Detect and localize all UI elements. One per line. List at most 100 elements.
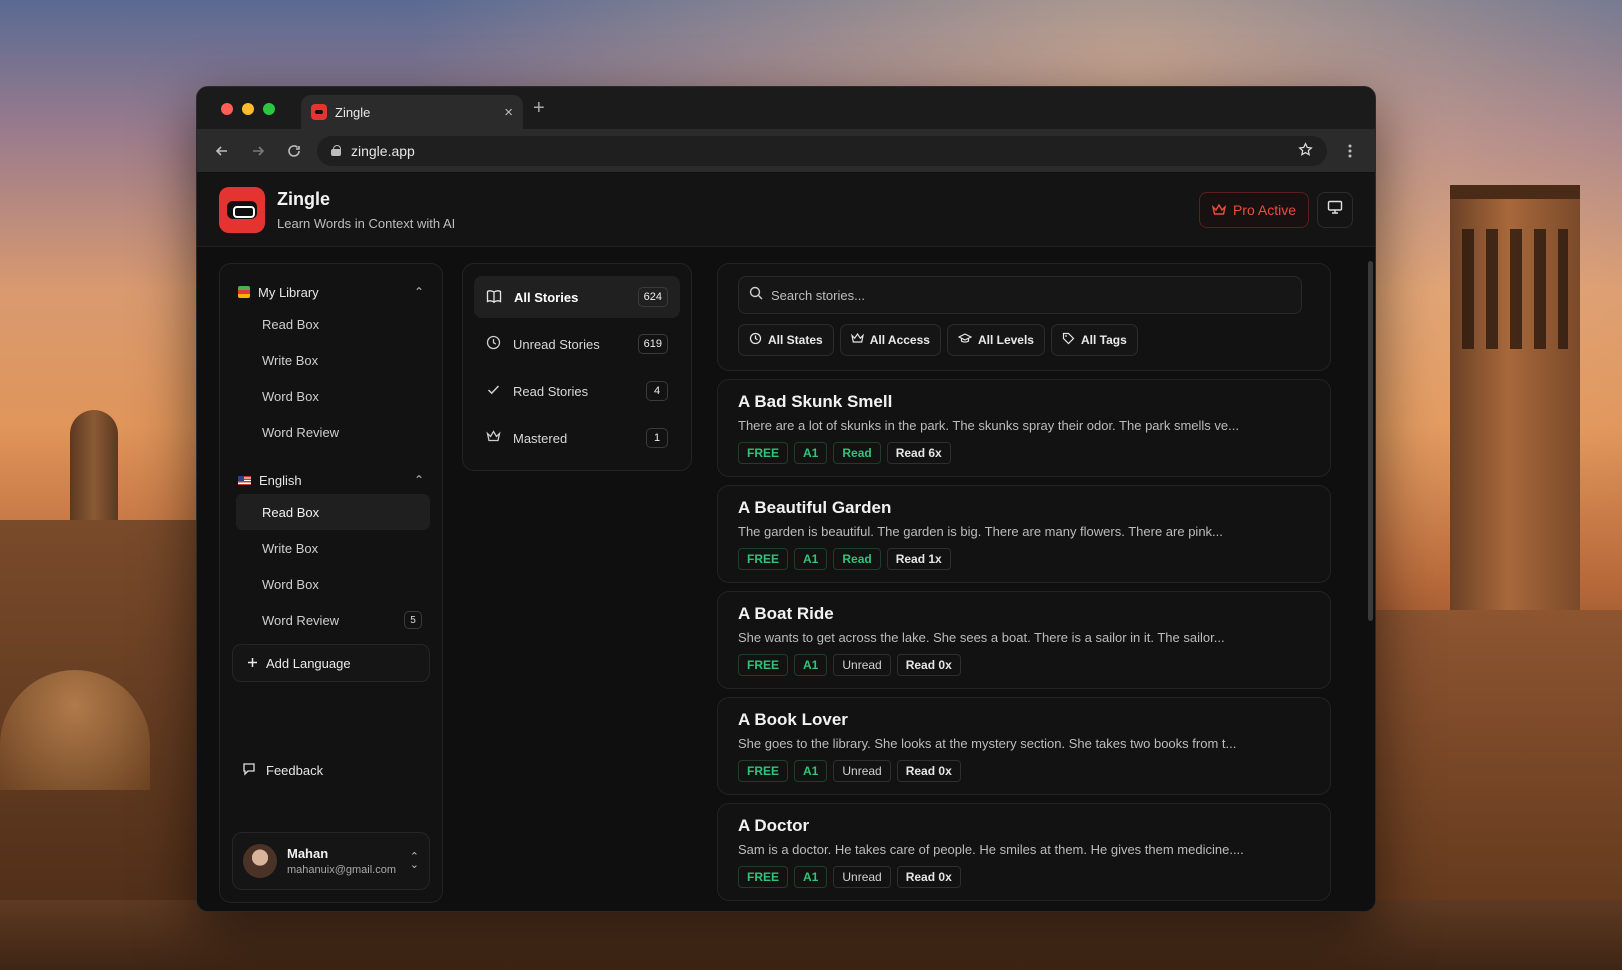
- sidebar-item-word-review[interactable]: Word Review: [236, 414, 430, 450]
- story-card[interactable]: A Book Lover She goes to the library. She…: [717, 697, 1331, 795]
- clock-icon: [749, 332, 762, 348]
- add-language-button[interactable]: Add Language: [232, 644, 430, 682]
- word-review-count-badge: 5: [404, 611, 422, 629]
- zingle-logo-icon[interactable]: [219, 186, 265, 233]
- sidebar-item-english-word-box[interactable]: Word Box: [236, 566, 430, 602]
- chevron-up-icon[interactable]: ⌃: [414, 285, 430, 299]
- access-badge: FREE: [738, 548, 789, 570]
- story-card[interactable]: A Bad Skunk Smell There are a lot of skun…: [717, 379, 1331, 477]
- search-box[interactable]: [738, 276, 1302, 314]
- tab-bar: Zingle × +: [197, 87, 1375, 129]
- story-card[interactable]: A Beautiful Garden The garden is beautifu…: [717, 485, 1331, 583]
- story-tags: FREE A1 Unread Read 0x: [738, 654, 1310, 676]
- filter-chip-row: All States All Access All Levels All Tag…: [738, 324, 1310, 356]
- read-count-badge: Read 0x: [896, 866, 961, 888]
- story-excerpt: There are a lot of skunks in the park. T…: [738, 418, 1239, 433]
- avatar: [243, 844, 277, 878]
- tab-close-icon[interactable]: ×: [504, 105, 513, 120]
- my-library-title: My Library: [258, 284, 319, 300]
- filter-count: 1: [646, 428, 668, 448]
- url-text: zingle.app: [351, 142, 415, 159]
- books-icon: [238, 286, 250, 298]
- filter-all-stories[interactable]: All Stories 624: [474, 276, 680, 318]
- check-icon: [486, 382, 501, 400]
- story-card[interactable]: A Doctor Sam is a doctor. He takes care o…: [717, 803, 1331, 901]
- story-excerpt: She wants to get across the lake. She se…: [738, 630, 1225, 645]
- browser-menu-icon[interactable]: [1337, 138, 1363, 164]
- us-flag-icon: [238, 475, 251, 485]
- star-icon[interactable]: [1298, 141, 1313, 160]
- forward-arrow-icon[interactable]: [245, 138, 271, 164]
- chevron-up-icon[interactable]: ⌃: [414, 473, 430, 487]
- graduation-cap-icon: [957, 333, 973, 347]
- story-tags: FREE A1 Read Read 1x: [738, 548, 1310, 570]
- message-square-icon: [242, 762, 256, 779]
- new-tab-button[interactable]: +: [533, 97, 545, 120]
- access-badge: FREE: [738, 654, 789, 676]
- sidebar-item-english-read-box[interactable]: Read Box: [236, 494, 430, 530]
- level-badge: A1: [794, 866, 828, 888]
- minimize-window-button[interactable]: [242, 103, 254, 115]
- story-tags: FREE A1 Unread Read 0x: [738, 760, 1310, 782]
- story-tags: FREE A1 Read Read 6x: [738, 442, 1310, 464]
- read-state-badge: Unread: [833, 760, 891, 782]
- window-controls: [221, 103, 275, 115]
- story-excerpt: Sam is a doctor. He takes care of people…: [738, 842, 1244, 857]
- maximize-window-button[interactable]: [263, 103, 275, 115]
- close-window-button[interactable]: [221, 103, 233, 115]
- story-card[interactable]: A Boat Ride She wants to get across the l…: [717, 591, 1331, 689]
- my-library-group[interactable]: My Library ⌃: [232, 278, 430, 306]
- sidebar: My Library ⌃ Read Box Write Box Word Box…: [219, 263, 443, 903]
- story-title[interactable]: A Doctor: [738, 816, 1310, 836]
- read-count-badge: Read 0x: [896, 760, 961, 782]
- url-field[interactable]: zingle.app: [317, 135, 1327, 166]
- browser-window: Zingle × + zingle.app Zingle Learn Words…: [196, 86, 1376, 912]
- story-excerpt: The garden is beautiful. The garden is b…: [738, 524, 1223, 539]
- access-badge: FREE: [738, 866, 789, 888]
- back-arrow-icon[interactable]: [209, 138, 235, 164]
- filter-mastered[interactable]: Mastered 1: [474, 417, 680, 459]
- all-tags-dropdown[interactable]: All Tags: [1050, 324, 1138, 356]
- story-title[interactable]: A Book Lover: [738, 710, 1310, 730]
- sidebar-item-read-box[interactable]: Read Box: [236, 306, 430, 342]
- level-badge: A1: [794, 548, 828, 570]
- sidebar-item-word-box[interactable]: Word Box: [236, 378, 430, 414]
- browser-tab[interactable]: Zingle ×: [301, 95, 523, 129]
- reload-icon[interactable]: [281, 138, 307, 164]
- read-count-badge: Read 1x: [886, 548, 951, 570]
- clock-icon: [486, 335, 501, 353]
- crown-icon: [850, 332, 864, 347]
- all-levels-dropdown[interactable]: All Levels: [946, 324, 1045, 356]
- app-viewport: Zingle Learn Words in Context with AI Pr…: [197, 173, 1375, 911]
- tab-title: Zingle: [335, 104, 371, 120]
- brand-tagline: Learn Words in Context with AI: [277, 215, 456, 231]
- filter-count: 624: [637, 287, 668, 307]
- read-state-badge: Unread: [833, 866, 891, 888]
- all-states-dropdown[interactable]: All States: [738, 324, 834, 356]
- sidebar-item-write-box[interactable]: Write Box: [236, 342, 430, 378]
- story-list-area: All States All Access All Levels: [717, 263, 1331, 911]
- page-scrollbar[interactable]: [1368, 261, 1373, 911]
- user-account-menu[interactable]: Mahan mahanuix@gmail.com ⌃ ⌄: [232, 832, 430, 890]
- pro-active-button[interactable]: Pro Active: [1198, 191, 1309, 228]
- access-badge: FREE: [738, 442, 789, 464]
- sidebar-item-english-word-review[interactable]: Word Review 5: [236, 602, 430, 638]
- story-title[interactable]: A Boat Ride: [738, 604, 1310, 624]
- all-access-dropdown[interactable]: All Access: [839, 324, 941, 356]
- read-state-badge: Read: [833, 548, 881, 570]
- filter-read-stories[interactable]: Read Stories 4: [474, 370, 680, 412]
- scrollbar-thumb[interactable]: [1368, 261, 1373, 621]
- read-state-badge: Read: [833, 442, 881, 464]
- app-header: Zingle Learn Words in Context with AI Pr…: [197, 173, 1375, 247]
- display-mode-button[interactable]: [1317, 191, 1353, 228]
- search-input[interactable]: [771, 287, 1291, 303]
- english-group[interactable]: English ⌃: [232, 466, 430, 494]
- read-count-badge: Read 6x: [886, 442, 951, 464]
- story-title[interactable]: A Beautiful Garden: [738, 498, 1310, 518]
- sidebar-item-english-write-box[interactable]: Write Box: [236, 530, 430, 566]
- feedback-link[interactable]: Feedback: [242, 762, 323, 779]
- monitor-icon: [1327, 200, 1343, 219]
- story-title[interactable]: A Bad Skunk Smell: [738, 392, 1310, 412]
- story-excerpt: She goes to the library. She looks at th…: [738, 736, 1237, 751]
- filter-unread-stories[interactable]: Unread Stories 619: [474, 323, 680, 365]
